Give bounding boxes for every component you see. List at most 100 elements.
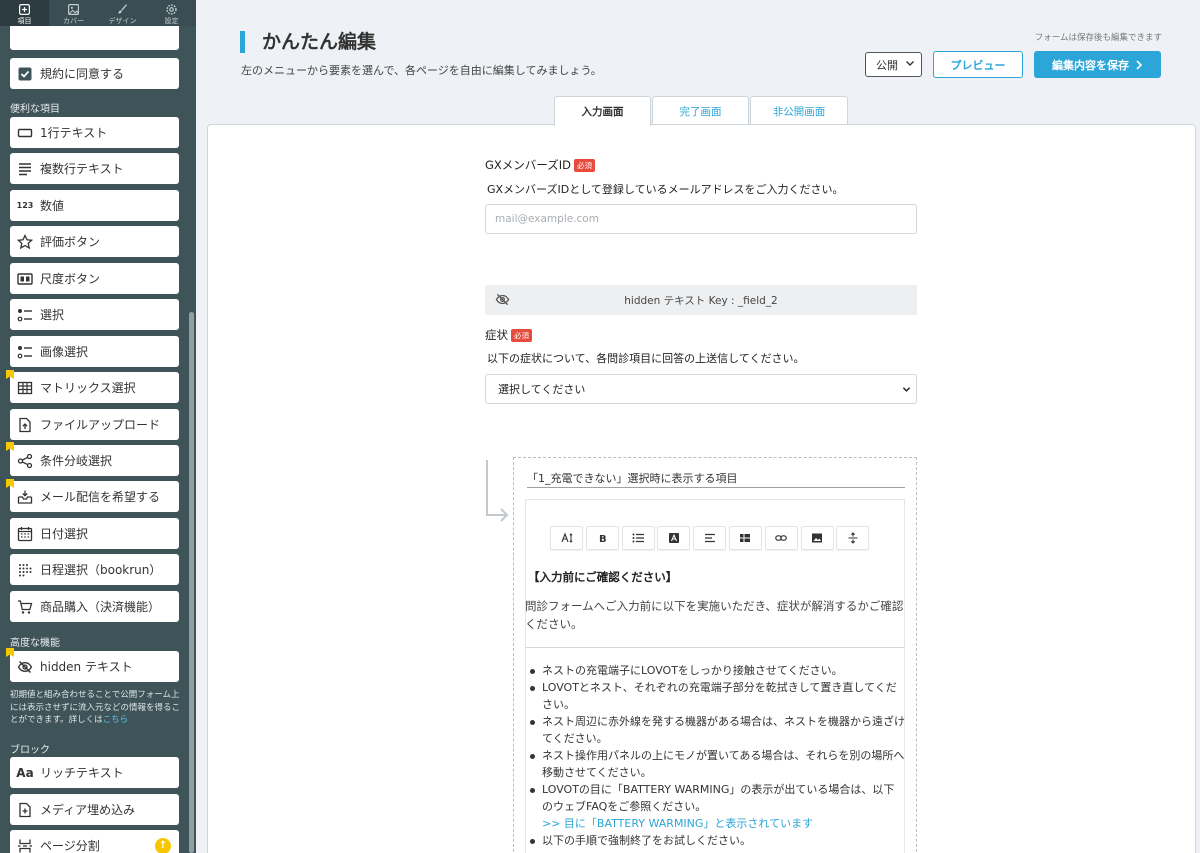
page-subtitle: 左のメニューから要素を選んで、各ページを自由に編集してみましょう。 bbox=[241, 64, 602, 77]
tab-input-screen[interactable]: 入力画面 bbox=[554, 96, 651, 126]
sidebar-item-label: ファイルアップロード bbox=[40, 418, 161, 432]
advanced-note-text: 初期値と組み合わせることで公開フォーム上には表示させずに流入元などの情報を得るこ… bbox=[10, 690, 181, 725]
sidebar-item-rating[interactable]: 評価ボタン bbox=[10, 226, 179, 257]
page-split-icon bbox=[16, 837, 34, 853]
tab-completion-screen[interactable]: 完了画面 bbox=[652, 96, 749, 125]
section-heading-advanced: 高度な機能 bbox=[10, 638, 60, 649]
sidebar: 項目 カバー デザイン 設定 規約に同意する 便利な項目 1行テキスト 複数行テ… bbox=[0, 0, 196, 853]
sidebar-item-single-line-text[interactable]: 1行テキスト bbox=[10, 117, 179, 148]
sidebar-item-label: 選択 bbox=[40, 308, 65, 322]
nav-tab-settings[interactable]: 設定 bbox=[147, 0, 196, 26]
rich-text-toolbar: B bbox=[550, 526, 872, 550]
visibility-select[interactable]: 公開 bbox=[865, 52, 922, 77]
link-button[interactable] bbox=[764, 526, 798, 550]
email-label-text: GXメンバーズID bbox=[485, 158, 571, 172]
sidebar-item-label: 商品購入（決済機能） bbox=[40, 600, 161, 614]
sidebar-item-page-split[interactable]: ページ分割 ↑ bbox=[10, 830, 179, 853]
sidebar-item-agree-terms[interactable]: 規約に同意する bbox=[10, 58, 179, 89]
scale-icon bbox=[16, 270, 34, 288]
list-item: ネスト操作用パネルの上にモノが置いてある場合は、それらを別の場所へ移動させてくだ… bbox=[527, 747, 905, 781]
sidebar-item-schedule-bookrun[interactable]: 日程選択（bookrun） bbox=[10, 554, 179, 585]
sidebar-item-label: リッチテキスト bbox=[40, 766, 124, 780]
symptom-field-description: 以下の症状について、各問診項目に回答の上送信してください。 bbox=[487, 352, 805, 365]
nav-tab-label: カバー bbox=[63, 17, 84, 25]
symptom-label-text: 症状 bbox=[485, 328, 508, 342]
sidebar-item-number[interactable]: 123 数値 bbox=[10, 190, 179, 221]
sidebar-item-label: 日付選択 bbox=[40, 527, 89, 541]
nav-tab-cover[interactable]: カバー bbox=[49, 0, 98, 26]
preview-button[interactable]: プレビュー bbox=[933, 51, 1023, 78]
nav-tab-items[interactable]: 項目 bbox=[0, 0, 49, 26]
cart-icon bbox=[16, 598, 34, 616]
symptom-field-label: 症状 必須 bbox=[485, 327, 532, 343]
strikethrough-button[interactable] bbox=[836, 526, 870, 550]
advanced-note-link[interactable]: こちら bbox=[103, 715, 129, 725]
nav-tab-label: デザイン bbox=[108, 17, 137, 25]
select-list-icon bbox=[16, 306, 34, 324]
font-size-button[interactable] bbox=[550, 526, 583, 550]
single-line-icon bbox=[16, 124, 34, 142]
star-icon bbox=[16, 233, 34, 251]
sidebar-item-select[interactable]: 選択 bbox=[10, 299, 179, 330]
sidebar-item-media-embed[interactable]: メディア埋め込み bbox=[10, 794, 179, 825]
symptom-select[interactable]: 選択してください bbox=[485, 374, 917, 404]
bold-button[interactable]: B bbox=[585, 526, 619, 550]
list-icon bbox=[632, 533, 645, 543]
sidebar-item-rich-text[interactable]: Aa リッチテキスト bbox=[10, 757, 179, 788]
sidebar-item-label: ページ分割 bbox=[40, 839, 100, 853]
sidebar-item-label: hidden テキスト bbox=[40, 660, 133, 674]
email-field[interactable]: mail@example.com bbox=[485, 204, 917, 234]
sidebar-item-date[interactable]: 日付選択 bbox=[10, 518, 179, 549]
nav-tab-label: 設定 bbox=[164, 17, 179, 25]
section-heading-block: ブロック bbox=[10, 745, 50, 756]
sidebar-item-label: 評価ボタン bbox=[40, 235, 101, 249]
sidebar-item-multi-line-text[interactable]: 複数行テキスト bbox=[10, 153, 179, 184]
nav-tab-design[interactable]: デザイン bbox=[98, 0, 147, 26]
sidebar-item-hidden-text[interactable]: hidden テキスト bbox=[10, 651, 179, 682]
list-button[interactable] bbox=[621, 526, 655, 550]
sidebar-item-conditional-select[interactable]: 条件分岐選択 bbox=[10, 445, 179, 476]
sidebar-item-image-select[interactable]: 画像選択 bbox=[10, 336, 179, 367]
list-item: LOVOTの目に「BATTERY WARMING」の表示が出ている場合は、以下の… bbox=[527, 781, 905, 815]
sidebar-item-scale[interactable]: 尺度ボタン bbox=[10, 263, 179, 294]
required-badge: 必須 bbox=[573, 158, 595, 172]
faq-link[interactable]: >> 目に「BATTERY WARMING」と表示されています bbox=[527, 815, 905, 832]
align-button[interactable] bbox=[693, 526, 727, 550]
text-color-button[interactable] bbox=[657, 526, 691, 550]
branch-arrow-icon bbox=[486, 460, 509, 522]
gear-icon bbox=[166, 4, 177, 15]
media-embed-icon bbox=[16, 801, 34, 819]
sidebar-item-label: メール配信を希望する bbox=[40, 490, 161, 504]
add-square-icon bbox=[19, 4, 30, 15]
calendar-icon bbox=[16, 525, 34, 543]
image-select-icon bbox=[16, 343, 34, 361]
eye-off-icon bbox=[495, 293, 510, 306]
align-icon bbox=[704, 533, 715, 543]
sidebar-item-matrix[interactable]: マトリックス選択 bbox=[10, 372, 179, 403]
sidebar-nav: 項目 カバー デザイン 設定 bbox=[0, 0, 196, 26]
sidebar-item-file-upload[interactable]: ファイルアップロード bbox=[10, 409, 179, 440]
sidebar-item-partial[interactable] bbox=[10, 26, 179, 50]
hidden-text-field[interactable]: hidden テキスト Key : _field_2 bbox=[485, 285, 917, 315]
list-item: ネスト周辺に赤外線を発する機器がある場合は、ネストを機器から遠ざけてください。 bbox=[527, 713, 905, 747]
sidebar-item-label: 画像選択 bbox=[40, 345, 89, 359]
number-icon: 123 bbox=[16, 201, 34, 210]
sidebar-scrollbar[interactable] bbox=[189, 312, 194, 853]
sidebar-item-mail-optin[interactable]: メール配信を希望する bbox=[10, 481, 179, 512]
image-icon bbox=[68, 4, 79, 15]
sidebar-item-label: 1行テキスト bbox=[40, 126, 108, 140]
advanced-note: 初期値と組み合わせることで公開フォーム上には表示させずに流入元などの情報を得るこ… bbox=[10, 689, 186, 727]
table-button[interactable] bbox=[728, 526, 762, 550]
preview-label: プレビュー bbox=[950, 58, 1006, 72]
rich-text-heading: 【入力前にご確認ください】 bbox=[528, 570, 678, 584]
image-button[interactable] bbox=[800, 526, 834, 550]
matrix-icon bbox=[16, 379, 34, 397]
link-icon bbox=[775, 535, 788, 541]
save-button[interactable]: 編集内容を保存 bbox=[1034, 51, 1161, 78]
tab-private-screen[interactable]: 非公開画面 bbox=[750, 96, 848, 125]
rich-text-divider bbox=[525, 647, 905, 648]
sidebar-item-product-purchase[interactable]: 商品購入（決済機能） bbox=[10, 591, 179, 622]
sidebar-item-label: 日程選択（bookrun） bbox=[40, 563, 162, 577]
sidebar-item-label: 条件分岐選択 bbox=[40, 454, 113, 468]
chevron-down-icon bbox=[902, 387, 911, 392]
